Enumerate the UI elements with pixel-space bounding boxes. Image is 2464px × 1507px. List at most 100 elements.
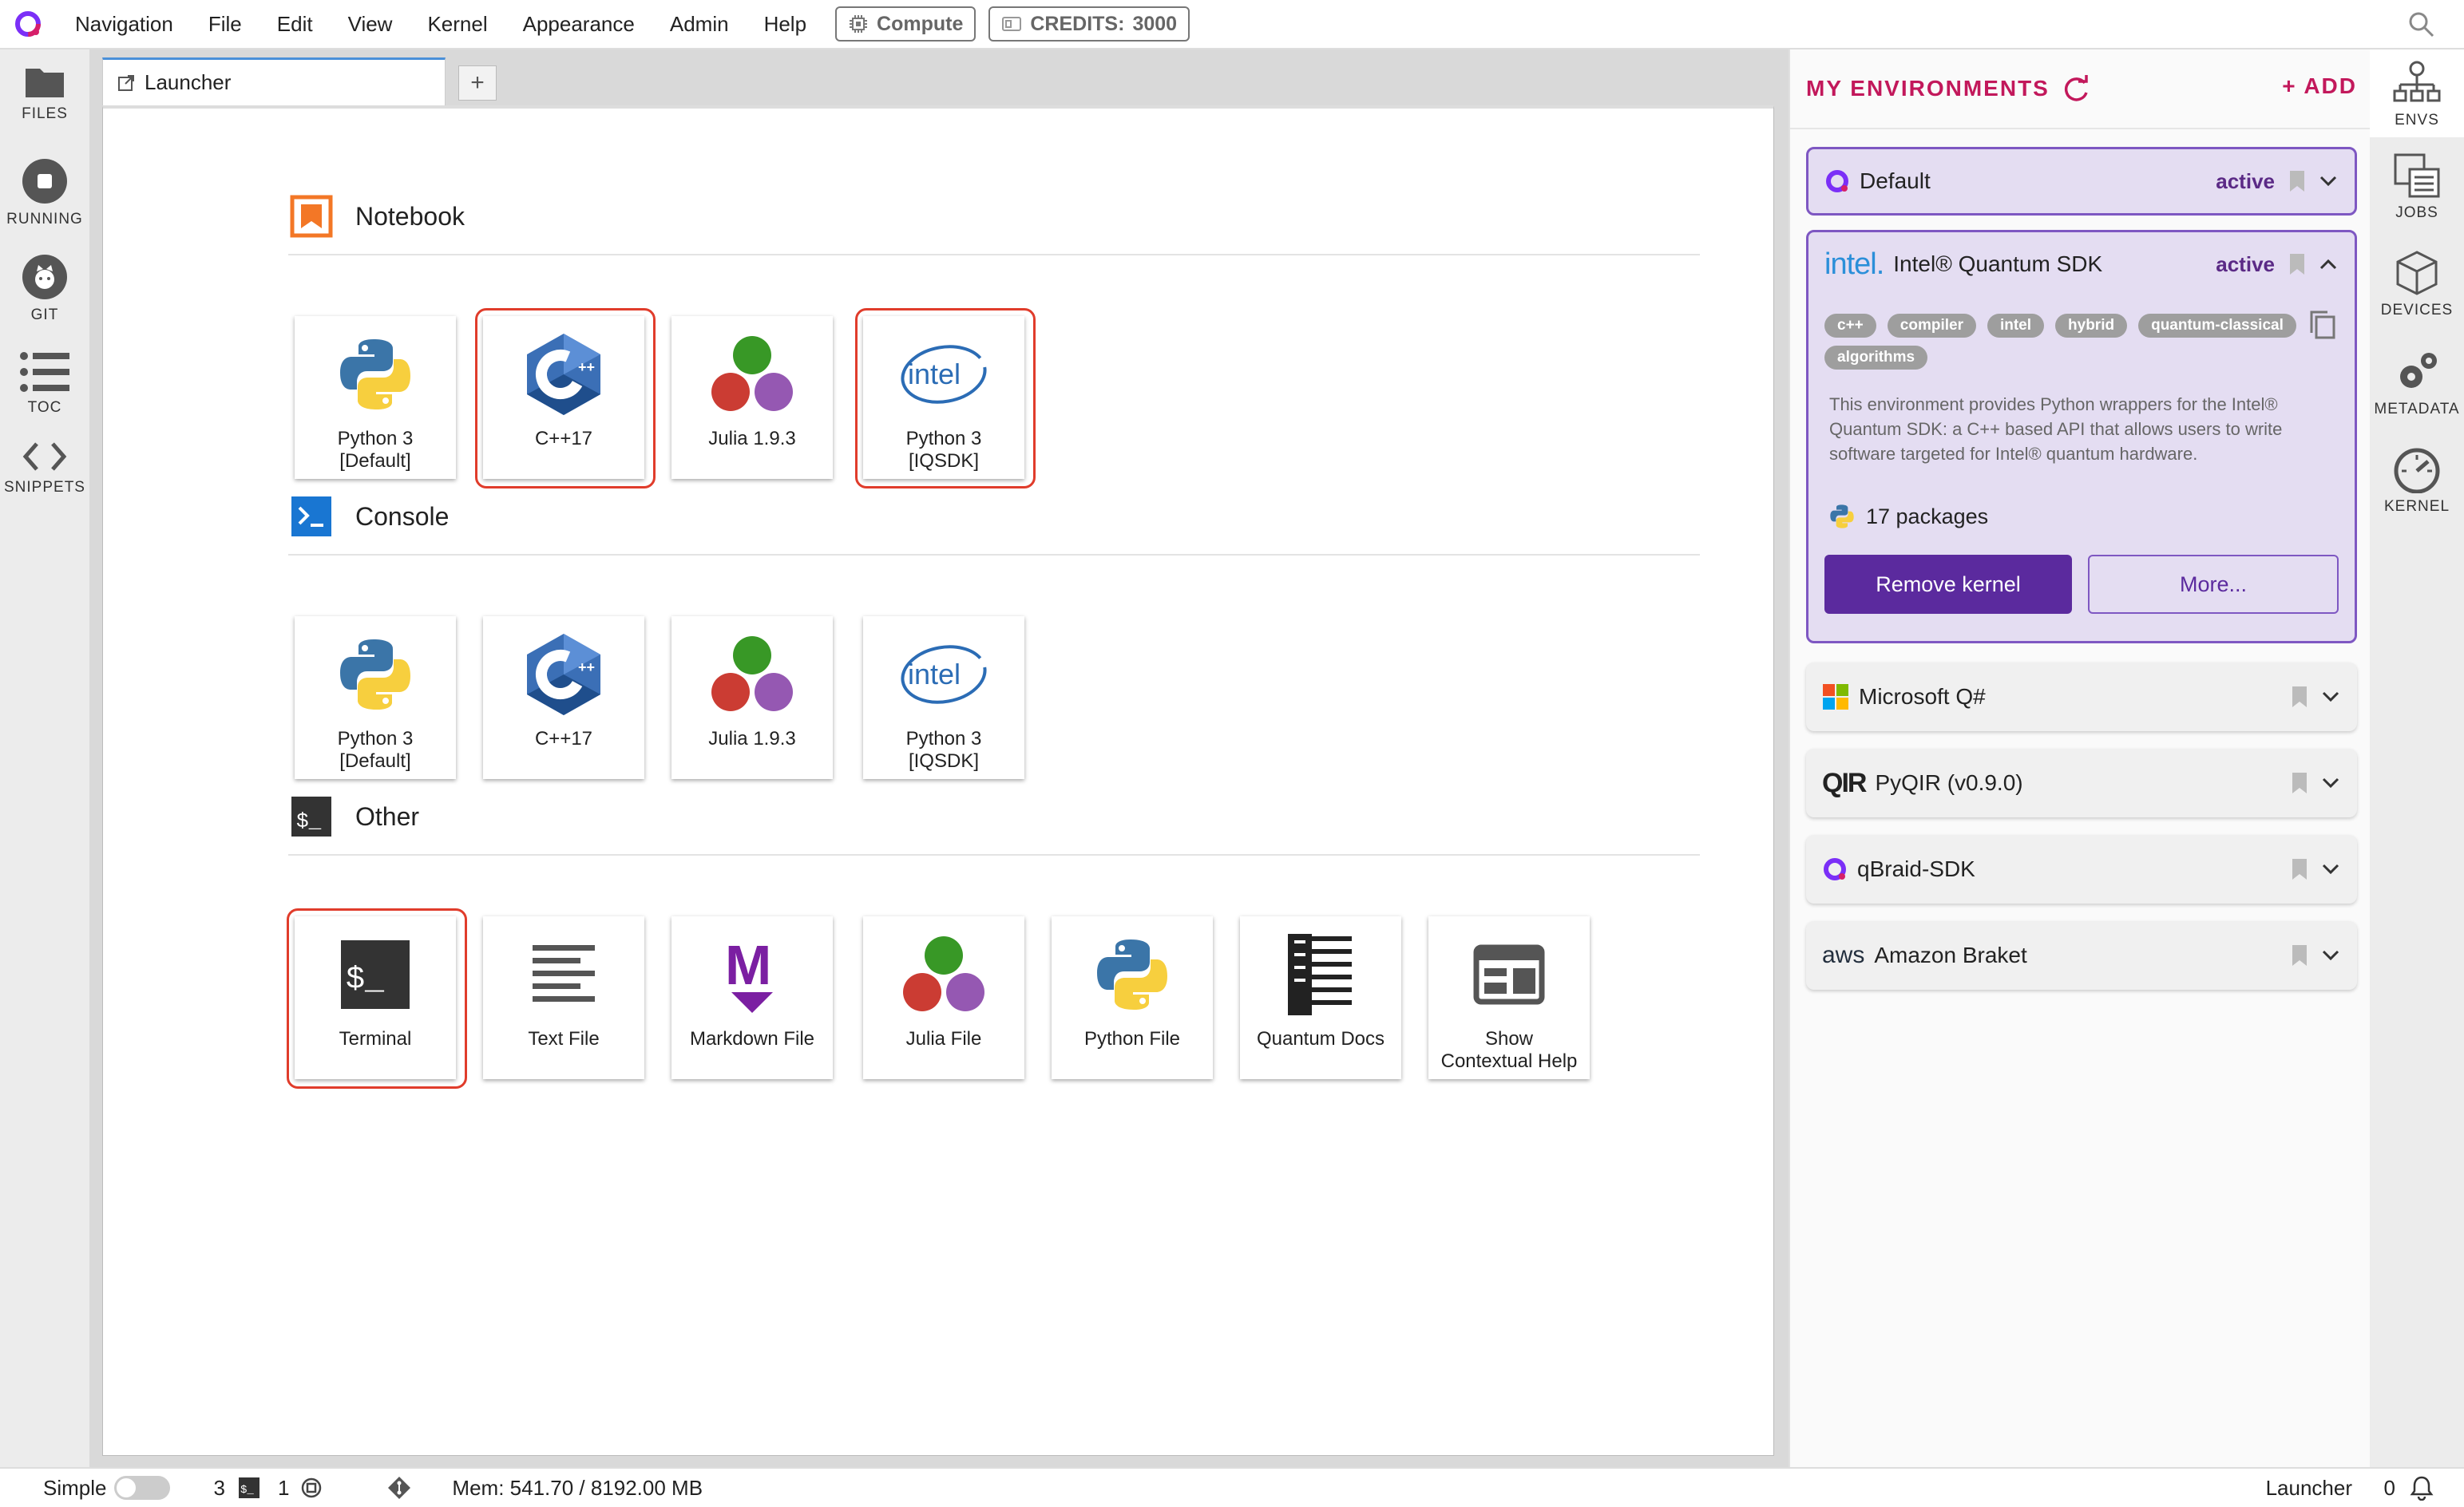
compute-button[interactable]: Compute: [835, 6, 976, 42]
bookmark-icon[interactable]: [2292, 858, 2308, 880]
left-sidebar: FILES RUNNING GIT TOC SNIPPETS: [0, 49, 89, 1467]
refresh-icon[interactable]: [2061, 73, 2091, 104]
chevron-down-icon[interactable]: [2322, 950, 2339, 961]
other-card-text-file[interactable]: Text File: [483, 916, 644, 1079]
menu-bar: Navigation File Edit View Kernel Appeara…: [0, 0, 2464, 49]
chevron-down-icon[interactable]: [2322, 864, 2339, 875]
bookmark-icon[interactable]: [2292, 772, 2308, 794]
intel-logo: intel.: [1824, 247, 1884, 281]
terminal-status-icon: $_: [238, 1477, 259, 1498]
kernel-count[interactable]: 1: [278, 1476, 289, 1501]
new-tab-button[interactable]: +: [458, 65, 497, 101]
chevron-down-icon[interactable]: [2319, 176, 2337, 187]
sidebar-item-running[interactable]: RUNNING: [0, 158, 89, 228]
notebook-card-julia[interactable]: Julia 1.9.3: [671, 316, 833, 479]
env-default[interactable]: Default active: [1806, 147, 2357, 216]
bookmark-icon[interactable]: [2292, 686, 2308, 708]
other-card-quantum-docs[interactable]: Quantum Docs: [1240, 916, 1401, 1079]
git-branch-icon[interactable]: [386, 1475, 412, 1501]
simple-mode-toggle[interactable]: [114, 1476, 171, 1500]
menu-admin[interactable]: Admin: [670, 12, 729, 37]
qir-logo: QIR: [1822, 767, 1867, 798]
env-qbraid-sdk[interactable]: qBraid-SDK: [1806, 835, 2357, 904]
other-card-python-file[interactable]: Python File: [1052, 916, 1213, 1079]
highlight-cpp17: [475, 308, 656, 488]
sidebar-item-devices[interactable]: DEVICES: [2370, 249, 2464, 319]
menu-appearance[interactable]: Appearance: [523, 12, 635, 37]
env-microsoft-qsharp[interactable]: Microsoft Q#: [1806, 663, 2357, 731]
tag[interactable]: intel: [1987, 314, 2045, 338]
env-intel-status: active: [2216, 251, 2275, 276]
tag[interactable]: quantum-classical: [2138, 314, 2296, 338]
copy-icon[interactable]: [2308, 309, 2337, 341]
env-packages[interactable]: 17 packages: [1829, 504, 1988, 529]
other-card-contextual-help[interactable]: Show Contextual Help: [1428, 916, 1590, 1079]
notebook-card-python-default[interactable]: Python 3 [Default]: [295, 316, 456, 479]
menu-navigation[interactable]: Navigation: [75, 12, 173, 37]
env-intel-quantum-sdk[interactable]: intel. Intel® Quantum SDK active c++ com…: [1806, 230, 2357, 643]
stop-circle-icon: [22, 159, 67, 204]
bookmark-icon[interactable]: [2292, 944, 2308, 967]
bookmark-icon[interactable]: [2289, 170, 2305, 192]
python-icon: [340, 639, 410, 710]
tag[interactable]: c++: [1824, 314, 1876, 338]
compute-label: Compute: [877, 12, 964, 35]
remove-kernel-button[interactable]: Remove kernel: [1824, 555, 2072, 614]
card-label-line2: [Default]: [339, 750, 411, 772]
sidebar-item-kernel[interactable]: KERNEL: [2370, 445, 2464, 516]
cpp-icon: ++: [527, 634, 600, 715]
search-icon[interactable]: [2407, 10, 2435, 38]
sidebar-item-envs[interactable]: ENVS: [2370, 49, 2464, 137]
sidebar-item-jobs[interactable]: JOBS: [2370, 152, 2464, 222]
add-environment-button[interactable]: + ADD: [2282, 73, 2357, 99]
tag[interactable]: algorithms: [1824, 346, 1928, 370]
sidebar-label-jobs: JOBS: [2395, 204, 2438, 221]
chevron-down-icon[interactable]: [2322, 691, 2339, 702]
console-card-cpp17[interactable]: ++ C++17: [483, 616, 644, 779]
other-card-julia-file[interactable]: Julia File: [863, 916, 1024, 1079]
sidebar-item-metadata[interactable]: METADATA: [2370, 348, 2464, 418]
other-card-markdown-file[interactable]: M Markdown File: [671, 916, 833, 1079]
menu-kernel[interactable]: Kernel: [427, 12, 487, 37]
env-pyqir[interactable]: QIR PyQIR (v0.9.0): [1806, 749, 2357, 817]
chevron-down-icon[interactable]: [2322, 777, 2339, 789]
aws-logo: aws: [1822, 942, 1865, 968]
notebook-title: Notebook: [355, 201, 465, 231]
tag[interactable]: compiler: [1887, 314, 1976, 338]
sidebar-label-git: GIT: [30, 307, 59, 323]
tag[interactable]: hybrid: [2055, 314, 2128, 338]
wallet-icon: [1002, 17, 1022, 31]
more-button[interactable]: More...: [2088, 555, 2339, 614]
menu-help[interactable]: Help: [764, 12, 806, 37]
bell-icon[interactable]: [2410, 1475, 2434, 1501]
other-divider: [288, 854, 1700, 856]
console-card-julia[interactable]: Julia 1.9.3: [671, 616, 833, 779]
card-label-line1: Julia 1.9.3: [708, 428, 796, 449]
credits-value: 3000: [1132, 12, 1178, 35]
qbraid-logo-icon[interactable]: [14, 10, 42, 38]
console-card-python-default[interactable]: Python 3 [Default]: [295, 616, 456, 779]
julia-icon: [711, 636, 793, 711]
menu-edit[interactable]: Edit: [277, 12, 313, 37]
qbraid-logo-icon: [1826, 170, 1848, 192]
card-label-line1: C++17: [534, 728, 593, 750]
sidebar-label-kernel: KERNEL: [2383, 498, 2450, 515]
sidebar-label-envs: ENVS: [2395, 112, 2439, 129]
chevron-up-icon[interactable]: [2319, 259, 2337, 270]
status-launcher-label: Launcher: [2265, 1475, 2352, 1500]
terminal-count[interactable]: 3: [213, 1476, 224, 1501]
simple-mode-label: Simple: [43, 1475, 107, 1500]
menu-file[interactable]: File: [208, 12, 242, 37]
sidebar-item-files[interactable]: FILES: [0, 64, 89, 123]
menu-view[interactable]: View: [348, 12, 393, 37]
sidebar-item-toc[interactable]: TOC: [0, 351, 89, 417]
env-amazon-braket[interactable]: aws Amazon Braket: [1806, 921, 2357, 990]
tab-launcher[interactable]: Launcher: [102, 57, 446, 105]
sidebar-item-git[interactable]: GIT: [0, 254, 89, 324]
sidebar-item-snippets[interactable]: SNIPPETS: [0, 441, 89, 496]
environments-title: MY ENVIRONMENTS: [1806, 76, 2050, 101]
bookmark-icon[interactable]: [2289, 253, 2305, 275]
console-card-python-iqsdk[interactable]: intel Python 3 [IQSDK]: [863, 616, 1024, 779]
notification-count: 0: [2383, 1475, 2395, 1500]
credits-button[interactable]: CREDITS: 3000: [988, 6, 1190, 42]
